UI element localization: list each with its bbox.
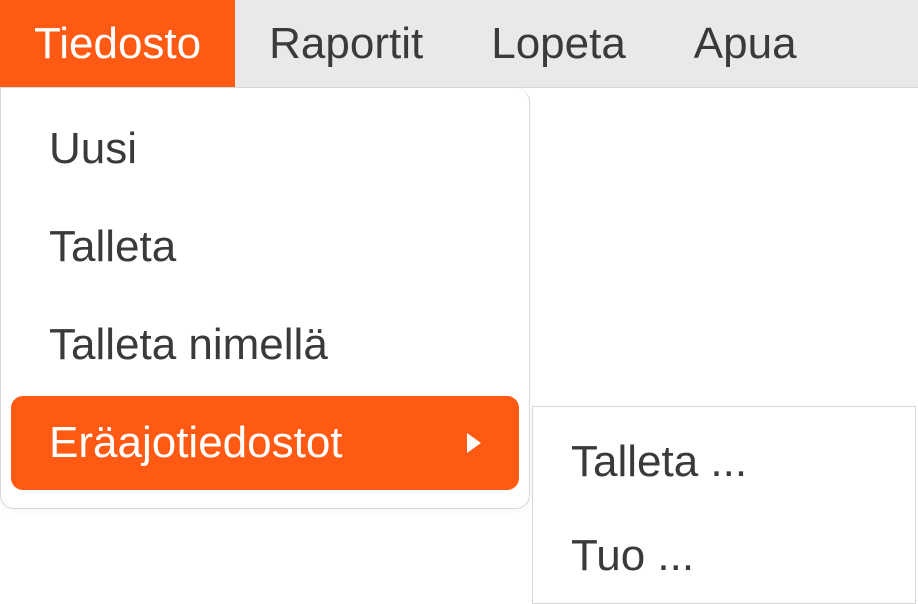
menu-item-label: Talleta nimellä bbox=[49, 320, 328, 370]
menubar-item-tiedosto[interactable]: Tiedosto bbox=[0, 0, 235, 87]
menubar-item-lopeta[interactable]: Lopeta bbox=[457, 0, 660, 87]
menubar-label: Apua bbox=[694, 19, 797, 69]
menubar-item-raportit[interactable]: Raportit bbox=[235, 0, 457, 87]
menu-item-talleta-nimella[interactable]: Talleta nimellä bbox=[11, 298, 519, 392]
menubar-item-apua[interactable]: Apua bbox=[660, 0, 831, 87]
menubar-label: Tiedosto bbox=[34, 19, 201, 69]
submenu-item-label: Talleta ... bbox=[571, 437, 747, 486]
submenu-eraajotiedostot: Talleta ... Tuo ... bbox=[532, 406, 916, 604]
menu-item-uusi[interactable]: Uusi bbox=[11, 102, 519, 196]
menu-item-label: Uusi bbox=[49, 124, 137, 174]
menubar-label: Raportit bbox=[269, 19, 423, 69]
submenu-item-talleta[interactable]: Talleta ... bbox=[533, 415, 915, 509]
menu-item-talleta[interactable]: Talleta bbox=[11, 200, 519, 294]
dropdown-menu-tiedosto: Uusi Talleta Talleta nimellä Eräajotiedo… bbox=[0, 88, 530, 509]
menu-item-label: Talleta bbox=[49, 222, 176, 272]
menu-item-label: Eräajotiedostot bbox=[49, 418, 343, 468]
menubar: Tiedosto Raportit Lopeta Apua bbox=[0, 0, 918, 88]
submenu-item-label: Tuo ... bbox=[571, 531, 694, 580]
submenu-arrow-icon bbox=[467, 433, 481, 453]
menu-item-eraajotiedostot[interactable]: Eräajotiedostot bbox=[11, 396, 519, 490]
menubar-label: Lopeta bbox=[491, 19, 626, 69]
submenu-item-tuo[interactable]: Tuo ... bbox=[533, 509, 915, 603]
